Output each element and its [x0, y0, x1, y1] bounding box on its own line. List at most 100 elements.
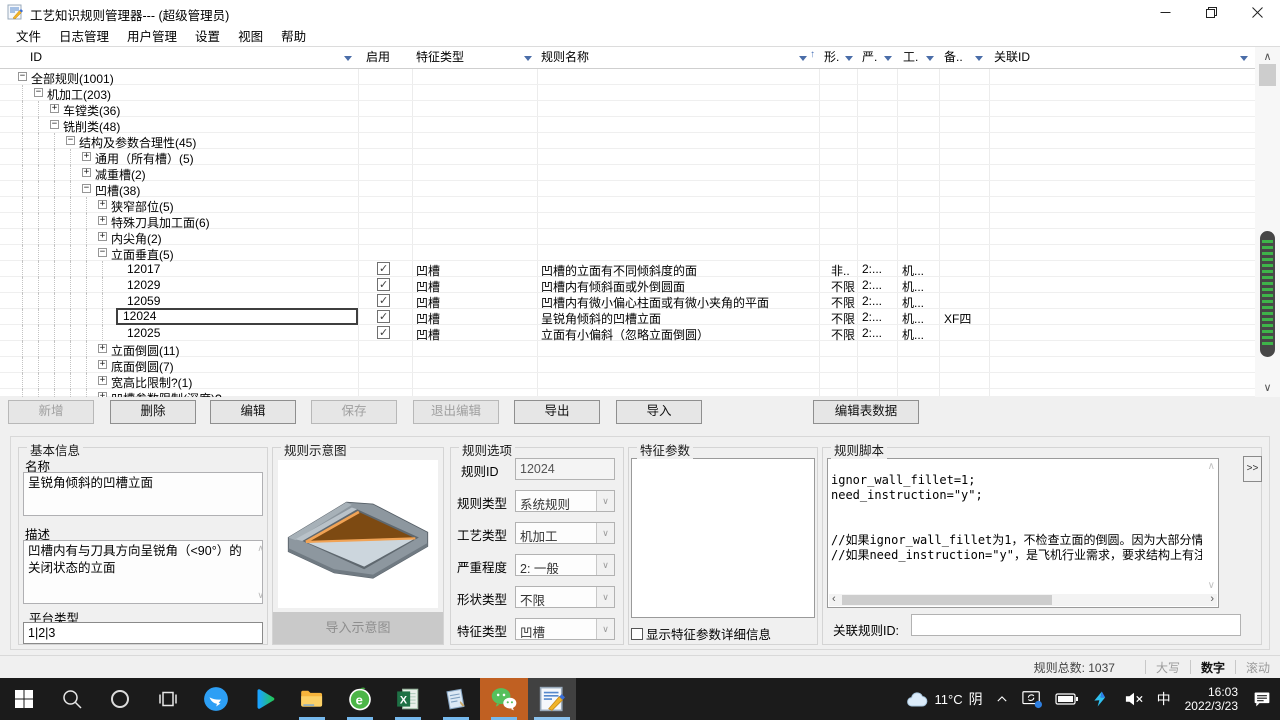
- table-row[interactable]: 12017 凹槽 凹槽的立面有不同倾斜度的面 非.. 2:... 机...: [0, 261, 1255, 277]
- tree-node-label[interactable]: 狭窄部位(5): [111, 198, 174, 215]
- chevron-down-icon[interactable]: ∨: [596, 491, 614, 511]
- task-view-icon[interactable]: [144, 678, 192, 720]
- chevron-down-icon[interactable]: ∨: [596, 587, 614, 607]
- option-control[interactable]: 凹槽 ∨: [515, 618, 615, 640]
- table-row[interactable]: − 铣削类(48): [0, 117, 1255, 133]
- tree-expander-icon[interactable]: +: [82, 168, 91, 177]
- table-row[interactable]: + 立面倒圆(11): [0, 341, 1255, 357]
- ime-indicator[interactable]: 中: [1151, 678, 1177, 720]
- toolbar-button[interactable]: 编辑表数据: [813, 400, 919, 424]
- table-row[interactable]: 12059 凹槽 凹槽内有微小偏心柱面或有微小夹角的平面 不限 2:... 机.…: [0, 293, 1255, 309]
- tree-node-label[interactable]: 结构及参数合理性(45): [79, 134, 196, 151]
- scroll-down-icon[interactable]: ∨: [1255, 381, 1280, 394]
- filter-arrow-icon[interactable]: [524, 56, 532, 61]
- table-row[interactable]: 12029 凹槽 凹槽内有倾斜面或外倒圆面 不限 2:... 机...: [0, 277, 1255, 293]
- enabled-checkbox[interactable]: [377, 262, 390, 275]
- menu-help[interactable]: 帮助: [272, 24, 315, 47]
- column-header-related-id[interactable]: 关联ID: [994, 47, 1030, 68]
- toolbar-button[interactable]: 导出: [514, 400, 600, 424]
- related-rule-id-input[interactable]: [911, 614, 1241, 636]
- table-row[interactable]: 凹槽 呈锐角倾斜的凹槽立面 不限 2:... 机... XF四 12024: [0, 309, 1255, 325]
- tree-node-label[interactable]: 通用（所有槽）(5): [95, 150, 194, 167]
- tree-node-label[interactable]: 12029: [127, 278, 160, 292]
- table-row[interactable]: − 结构及参数合理性(45): [0, 133, 1255, 149]
- tree-expander-icon[interactable]: +: [98, 392, 107, 397]
- table-row[interactable]: + 凹槽参数限制(深度)?: [0, 389, 1255, 397]
- filter-arrow-icon[interactable]: [344, 56, 352, 61]
- tree-node-label[interactable]: 内尖角(2): [111, 230, 162, 247]
- weather-tray-item[interactable]: 11°C 阴: [899, 678, 989, 720]
- enabled-checkbox[interactable]: [377, 294, 390, 307]
- dingtalk-icon[interactable]: [192, 678, 240, 720]
- table-row[interactable]: − 全部规则(1001): [0, 69, 1255, 85]
- browser-icon[interactable]: e: [336, 678, 384, 720]
- table-row[interactable]: 12025 凹槽 立面有小偏斜（忽略立面倒圆） 不限 2:... 机...: [0, 325, 1255, 341]
- column-header-rule-name[interactable]: 规则名称: [541, 47, 589, 68]
- tencent-video-icon[interactable]: [240, 678, 288, 720]
- name-field[interactable]: 呈锐角倾斜的凹槽立面: [23, 472, 263, 516]
- tree-node-label[interactable]: 机加工(203): [47, 86, 111, 103]
- file-explorer-icon[interactable]: [288, 678, 336, 720]
- scrollbar-thumb[interactable]: [842, 595, 1052, 605]
- tree-node-label[interactable]: 减重槽(2): [95, 166, 146, 183]
- option-control[interactable]: 机加工 ∨: [515, 522, 615, 544]
- scroll-up-icon[interactable]: ∧: [1255, 50, 1280, 63]
- enabled-checkbox[interactable]: [377, 310, 390, 323]
- script-editor[interactable]: ignor_wall_fillet=1; need_instruction="y…: [827, 458, 1219, 608]
- filter-arrow-icon[interactable]: [799, 56, 807, 61]
- start-button[interactable]: [0, 678, 48, 720]
- vertical-scrollbar[interactable]: ∧ ∨: [1255, 47, 1280, 397]
- table-row[interactable]: + 狭窄部位(5): [0, 197, 1255, 213]
- scroll-down-icon[interactable]: ∨: [1208, 580, 1215, 591]
- scroll-right-icon[interactable]: ›: [1210, 594, 1214, 605]
- tree-expander-icon[interactable]: −: [82, 184, 91, 193]
- table-row[interactable]: + 减重槽(2): [0, 165, 1255, 181]
- tree-node-label[interactable]: 12017: [127, 262, 160, 276]
- tree-expander-icon[interactable]: −: [34, 88, 43, 97]
- scrollbar-thumb[interactable]: [1259, 64, 1276, 86]
- filter-arrow-icon[interactable]: [926, 56, 934, 61]
- menu-file[interactable]: 文件: [7, 24, 50, 47]
- menu-log[interactable]: 日志管理: [50, 24, 118, 47]
- tree-node-label[interactable]: 车镗类(36): [63, 102, 120, 119]
- tree-expander-icon[interactable]: −: [18, 72, 27, 81]
- toolbar-button[interactable]: 删除: [110, 400, 196, 424]
- rule-manager-taskbar-icon[interactable]: [528, 678, 576, 720]
- tree-node-label[interactable]: 凹槽(38): [95, 182, 140, 199]
- column-header-enabled[interactable]: 启用: [366, 47, 390, 68]
- search-icon[interactable]: [48, 678, 96, 720]
- tree-node-label[interactable]: 底面倒圆(7): [111, 358, 174, 375]
- tree-node-label[interactable]: 立面垂直(5): [111, 246, 174, 263]
- table-row[interactable]: + 特殊刀具加工面(6): [0, 213, 1255, 229]
- notepad-icon[interactable]: [432, 678, 480, 720]
- column-header-severity[interactable]: 严.: [862, 47, 877, 68]
- volume-muted-icon[interactable]: [1117, 678, 1151, 720]
- table-row[interactable]: − 机加工(203): [0, 85, 1255, 101]
- menu-settings[interactable]: 设置: [186, 24, 229, 47]
- filter-arrow-icon[interactable]: [845, 56, 853, 61]
- tree-expander-icon[interactable]: +: [82, 152, 91, 161]
- horizontal-scrollbar[interactable]: ‹ ›: [829, 594, 1217, 606]
- clock-tray-item[interactable]: 16:03 2022/3/23: [1177, 685, 1246, 713]
- table-row[interactable]: + 通用（所有槽）(5): [0, 149, 1255, 165]
- filter-arrow-icon[interactable]: [884, 56, 892, 61]
- script-code[interactable]: ignor_wall_fillet=1; need_instruction="y…: [831, 473, 1202, 581]
- option-control[interactable]: 系统规则 ∨: [515, 490, 615, 512]
- tree-expander-icon[interactable]: +: [98, 360, 107, 369]
- feature-params-list[interactable]: [631, 458, 815, 618]
- menu-user[interactable]: 用户管理: [118, 24, 186, 47]
- toolbar-button[interactable]: 编辑: [210, 400, 296, 424]
- tree-expander-icon[interactable]: +: [98, 376, 107, 385]
- tree-node-label[interactable]: 铣削类(48): [63, 118, 120, 135]
- excel-icon[interactable]: X: [384, 678, 432, 720]
- chevron-down-icon[interactable]: ∨: [596, 555, 614, 575]
- scroll-left-icon[interactable]: ‹: [832, 594, 836, 605]
- filter-arrow-icon[interactable]: [1240, 56, 1248, 61]
- tree-node-label[interactable]: 全部规则(1001): [31, 70, 114, 87]
- column-header-remark[interactable]: 备..: [944, 47, 963, 68]
- minimize-button[interactable]: [1142, 0, 1188, 24]
- tree-expander-icon[interactable]: +: [50, 104, 59, 113]
- option-control[interactable]: 12024: [515, 458, 615, 480]
- tree-expander-icon[interactable]: +: [98, 200, 107, 209]
- tray-overflow-chevron-icon[interactable]: [989, 678, 1015, 720]
